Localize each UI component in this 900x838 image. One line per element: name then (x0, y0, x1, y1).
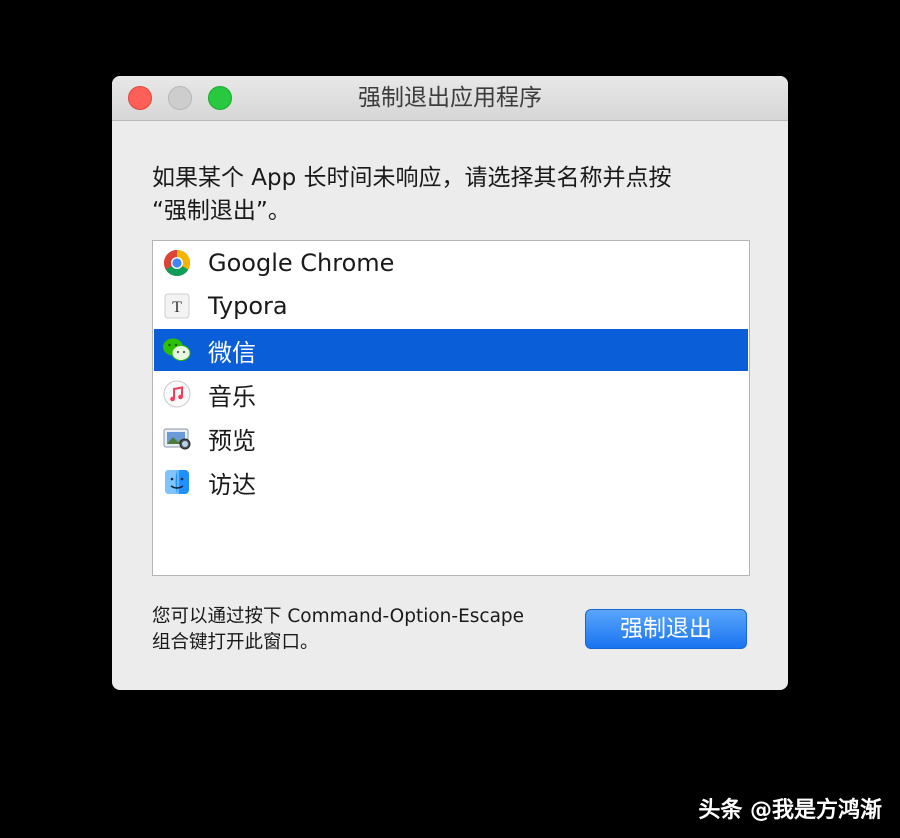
app-name: 音乐 (208, 382, 256, 411)
app-name: Google Chrome (208, 249, 395, 277)
typora-icon: T (162, 291, 192, 321)
hint-line-2: 组合键打开此窗口。 (152, 632, 319, 653)
instruction-text: 如果某个 App 长时间未响应，请选择其名称并点按 “强制退出”。 (152, 162, 752, 228)
preview-icon (162, 423, 192, 453)
music-icon (162, 379, 192, 409)
instruction-line-1: 如果某个 App 长时间未响应，请选择其名称并点按 (152, 165, 672, 191)
chrome-icon (162, 248, 192, 278)
list-item-preview[interactable]: 预览 (154, 417, 748, 459)
list-item-finder[interactable]: 访达 (154, 461, 748, 503)
app-name: 预览 (208, 426, 256, 455)
list-item-wechat[interactable]: 微信 (154, 329, 748, 371)
app-name: Typora (208, 292, 288, 320)
list-item-chrome[interactable]: Google Chrome (154, 242, 748, 284)
app-list[interactable]: Google Chrome T Typora 微信 音乐 预览 访达 (152, 240, 750, 576)
title-bar: 强制退出应用程序 (112, 76, 788, 121)
window-title: 强制退出应用程序 (358, 85, 542, 111)
list-item-typora[interactable]: T Typora (154, 285, 748, 327)
app-name: 访达 (208, 470, 256, 499)
instruction-line-2: “强制退出”。 (152, 198, 291, 224)
force-quit-window: 强制退出应用程序 如果某个 App 长时间未响应，请选择其名称并点按 “强制退出… (112, 76, 788, 690)
shortcut-hint: 您可以通过按下 Command-Option-Escape 组合键打开此窗口。 (152, 604, 572, 656)
hint-line-1: 您可以通过按下 Command-Option-Escape (152, 606, 525, 627)
app-name: 微信 (208, 338, 256, 367)
force-quit-button[interactable]: 强制退出 (585, 609, 747, 649)
finder-icon (162, 467, 192, 497)
svg-text:T: T (172, 299, 182, 316)
watermark: 头条 @我是方鸿渐 (698, 798, 882, 823)
list-item-music[interactable]: 音乐 (154, 373, 748, 415)
wechat-icon (162, 335, 192, 365)
